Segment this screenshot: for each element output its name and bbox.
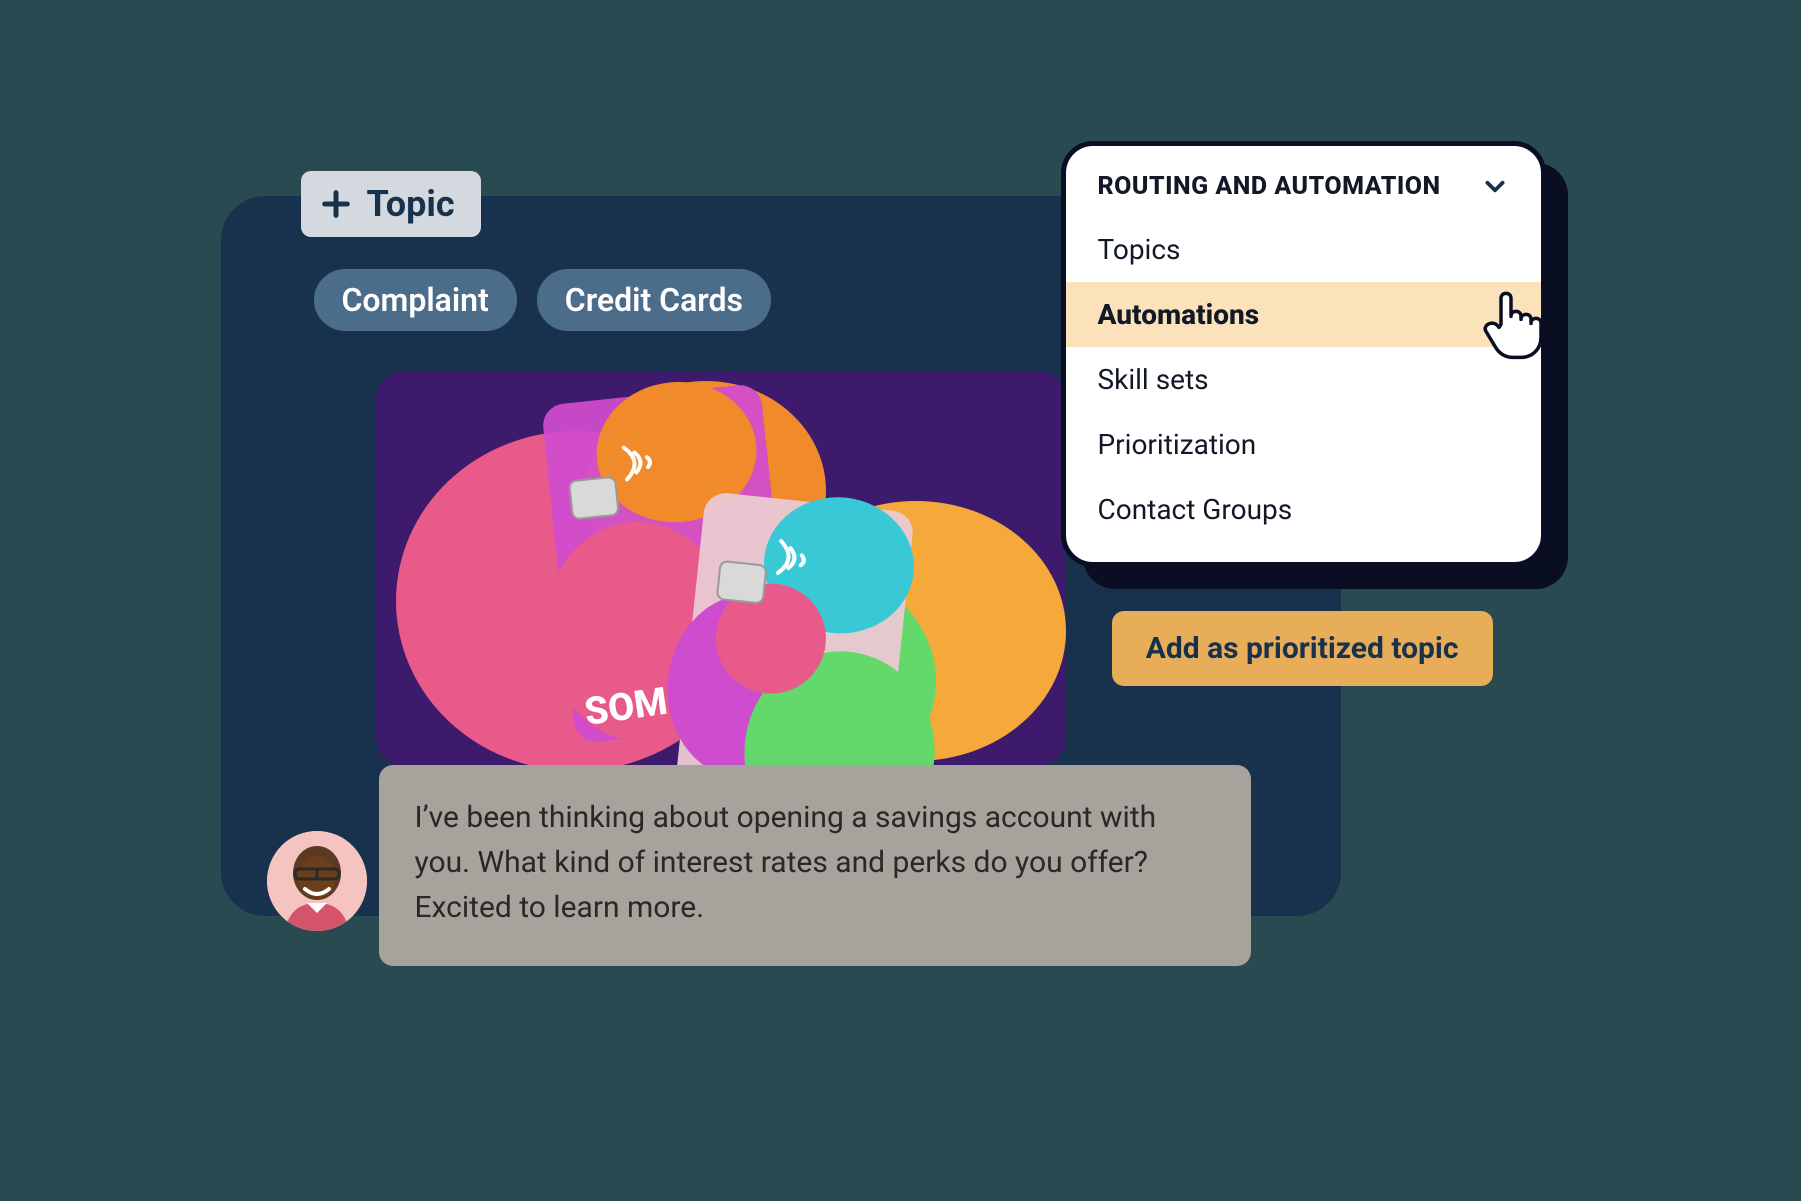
topic-chips: Complaint Credit Cards xyxy=(314,269,771,331)
menu-item-topics[interactable]: Topics xyxy=(1066,217,1541,282)
menu-header[interactable]: ROUTING AND AUTOMATION xyxy=(1066,172,1541,217)
customer-message: I’ve been thinking about opening a savin… xyxy=(379,765,1251,966)
add-topic-label: Topic xyxy=(367,183,455,225)
menu-item-prioritization[interactable]: Prioritization xyxy=(1066,412,1541,477)
menu-title: ROUTING AND AUTOMATION xyxy=(1098,172,1441,201)
hero-image: SOMOS xyxy=(376,371,1066,766)
plus-icon xyxy=(319,187,353,221)
menu-item-contact-groups[interactable]: Contact Groups xyxy=(1066,477,1541,542)
chevron-down-icon[interactable] xyxy=(1481,172,1509,200)
avatar xyxy=(267,831,367,931)
routing-menu: ROUTING AND AUTOMATION Topics Automation… xyxy=(1061,141,1546,567)
chip-credit-cards[interactable]: Credit Cards xyxy=(537,269,771,331)
add-topic-button[interactable]: Topic xyxy=(301,171,481,237)
menu-item-skill-sets[interactable]: Skill sets xyxy=(1066,347,1541,412)
menu-item-automations[interactable]: Automations xyxy=(1066,282,1541,347)
add-prioritized-topic-button[interactable]: Add as prioritized topic xyxy=(1112,611,1493,686)
chip-complaint[interactable]: Complaint xyxy=(314,269,517,331)
menu-item-label: Automations xyxy=(1098,298,1260,331)
